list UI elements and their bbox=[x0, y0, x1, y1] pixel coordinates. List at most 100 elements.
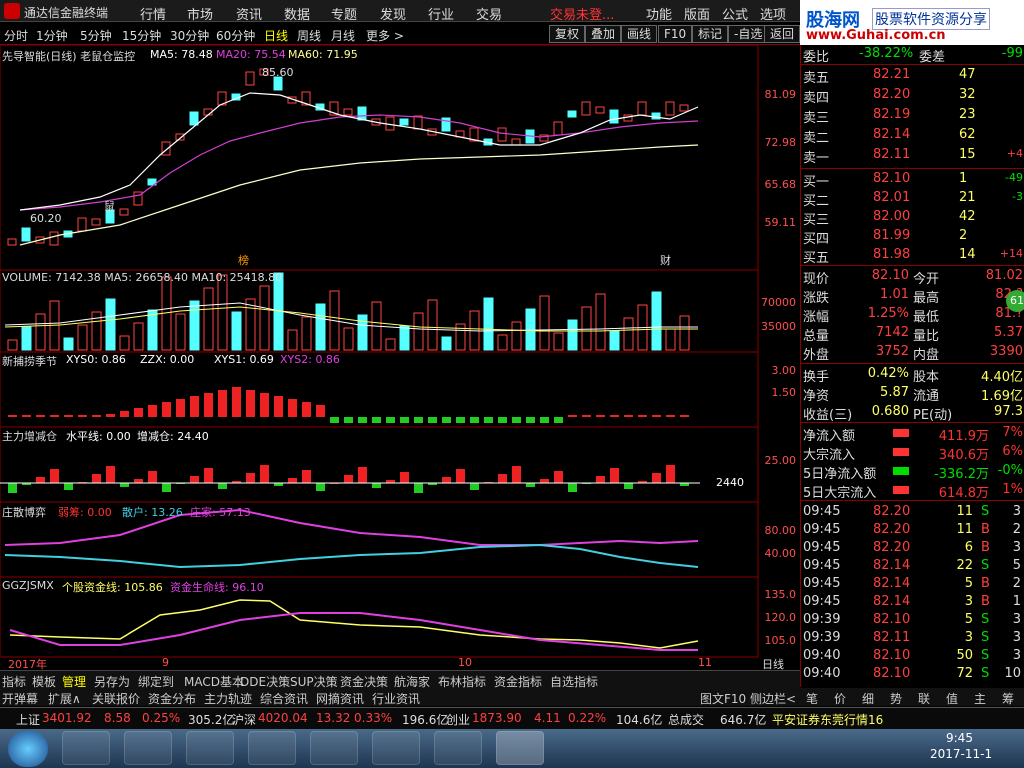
p3-bar bbox=[568, 483, 577, 492]
tab-danmu[interactable]: 开弹幕 bbox=[2, 690, 38, 707]
menu-zhuanti[interactable]: 专题 bbox=[331, 4, 357, 23]
tab-fund-distribution[interactable]: 资金分布 bbox=[148, 690, 196, 707]
p2-bar bbox=[638, 415, 647, 417]
k-app-icon[interactable] bbox=[186, 731, 234, 765]
volume-bar bbox=[595, 293, 606, 351]
bid-row[interactable]: 买四 81.99 2 bbox=[801, 227, 1024, 247]
menu-shichang[interactable]: 市场 bbox=[187, 4, 213, 23]
sh-label[interactable]: 上证 bbox=[16, 711, 40, 728]
menu-faxian[interactable]: 发现 bbox=[380, 4, 406, 23]
tdx-app-icon[interactable] bbox=[496, 731, 544, 765]
volume-bar bbox=[175, 313, 186, 351]
ask-price: 82.20 bbox=[873, 87, 911, 102]
volume-label: VOLUME: 7142.38 MA5: 26658.40 MA10: 2541… bbox=[2, 271, 283, 284]
ask-label: 卖二 bbox=[803, 131, 830, 146]
mark-button[interactable]: 标记 bbox=[692, 25, 729, 43]
menu-hangqing[interactable]: 行情 bbox=[140, 4, 166, 23]
rtab-zhi[interactable]: 值 bbox=[946, 690, 958, 707]
menu-shuju[interactable]: 数据 bbox=[284, 4, 310, 23]
back-button[interactable]: 返回 bbox=[764, 25, 800, 43]
f10-graphic-button[interactable]: 图文F10 bbox=[700, 690, 746, 707]
index-status-bar: 上证 3401.92 8.58 0.25% 305.2亿 沪深 4020.04 … bbox=[0, 707, 1024, 729]
p3-bar bbox=[652, 473, 661, 483]
bid-row[interactable]: 买二 82.01 21 -3 bbox=[801, 189, 1024, 209]
p2-bar bbox=[274, 396, 283, 417]
logo-tagline: 股票软件资源分享 bbox=[872, 8, 990, 30]
sz-label[interactable]: 沪深 bbox=[232, 711, 256, 728]
rtab-jia[interactable]: 价 bbox=[834, 690, 846, 707]
volume-bar bbox=[483, 297, 494, 351]
f10-button[interactable]: F10 bbox=[658, 25, 693, 43]
trade-login-status[interactable]: 交易未登... bbox=[550, 4, 614, 23]
trade-app-icon[interactable] bbox=[372, 731, 420, 765]
tab-monthly[interactable]: 月线 bbox=[331, 27, 355, 44]
draw-line-button[interactable]: 画线 bbox=[621, 25, 658, 43]
divider bbox=[801, 64, 1024, 65]
rtab-zhu[interactable]: 主 bbox=[974, 690, 986, 707]
tab-web-news[interactable]: 网摘资讯 bbox=[316, 690, 364, 707]
clock-date[interactable]: 2017-11-1 bbox=[930, 747, 992, 761]
restore-rights-button[interactable]: 复权 bbox=[549, 25, 586, 43]
explorer-icon[interactable] bbox=[62, 731, 110, 765]
p3-bar bbox=[8, 483, 17, 493]
ask-row[interactable]: 卖一 82.11 15 +4 bbox=[801, 146, 1024, 166]
broker-name[interactable]: 平安证券东莞行情16 bbox=[772, 711, 883, 728]
tick-side: B bbox=[981, 576, 990, 591]
rtab-shi[interactable]: 势 bbox=[890, 690, 902, 707]
panel2-xys0: XYS0: 0.86 bbox=[66, 353, 126, 366]
ask-row[interactable]: 卖五 82.21 47 bbox=[801, 66, 1024, 86]
p2-bar bbox=[456, 417, 465, 423]
chart-app-icon[interactable] bbox=[124, 731, 172, 765]
menu-hangye[interactable]: 行业 bbox=[428, 4, 454, 23]
menu-gongshi[interactable]: 公式 bbox=[722, 4, 748, 23]
tab-weekly[interactable]: 周线 bbox=[297, 27, 321, 44]
tab-general-news[interactable]: 综合资讯 bbox=[260, 690, 308, 707]
tab-more[interactable]: 更多 > bbox=[366, 27, 404, 44]
candle bbox=[119, 208, 129, 216]
tab-industry-news[interactable]: 行业资讯 bbox=[372, 690, 420, 707]
tick-side: S bbox=[981, 504, 990, 519]
tab-5min[interactable]: 5分钟 bbox=[80, 27, 112, 44]
logo-url: www.Guhai.com.cn bbox=[806, 28, 946, 43]
tab-daily[interactable]: 日线 bbox=[264, 27, 288, 44]
start-button-icon[interactable] bbox=[8, 731, 48, 767]
menu-gongneng[interactable]: 功能 bbox=[646, 4, 672, 23]
add-watchlist-button[interactable]: -自选 bbox=[728, 25, 769, 43]
ask-row[interactable]: 卖二 82.14 62 bbox=[801, 126, 1024, 146]
bid-row[interactable]: 买三 82.00 42 bbox=[801, 208, 1024, 228]
menu-banmian[interactable]: 版面 bbox=[684, 4, 710, 23]
tab-1min[interactable]: 1分钟 bbox=[36, 27, 68, 44]
overlay-button[interactable]: 叠加 bbox=[585, 25, 622, 43]
rtab-bi[interactable]: 笔 bbox=[806, 690, 818, 707]
clock-time[interactable]: 9:45 bbox=[946, 731, 973, 745]
wechat-icon[interactable] bbox=[310, 731, 358, 765]
menu-zixun[interactable]: 资讯 bbox=[236, 4, 262, 23]
bid-row[interactable]: 买五 81.98 14 +14 bbox=[801, 246, 1024, 266]
tick-time: 09:45 bbox=[803, 576, 841, 591]
menu-xuanxiang[interactable]: 选项 bbox=[760, 4, 786, 23]
fund-value: 5.87 bbox=[880, 385, 909, 400]
sidebar-toggle[interactable]: 侧边栏< bbox=[750, 690, 796, 707]
rtab-xi[interactable]: 细 bbox=[862, 690, 874, 707]
tab-30min[interactable]: 30分钟 bbox=[170, 27, 209, 44]
ask-row[interactable]: 卖四 82.20 32 bbox=[801, 86, 1024, 106]
tab-main-track[interactable]: 主力轨迹 bbox=[204, 690, 252, 707]
tab-15min[interactable]: 15分钟 bbox=[122, 27, 161, 44]
rtab-lian[interactable]: 联 bbox=[918, 690, 930, 707]
tab-expand[interactable]: 扩展∧ bbox=[48, 690, 81, 707]
tab-60min[interactable]: 60分钟 bbox=[216, 27, 255, 44]
floating-badge[interactable]: 61 bbox=[1006, 290, 1024, 312]
bid-row[interactable]: 买一 82.10 1 -49 bbox=[801, 170, 1024, 190]
rtab-chou[interactable]: 筹 bbox=[1002, 690, 1014, 707]
sh-amount: 305.2亿 bbox=[188, 713, 235, 727]
menu-jiaoyi[interactable]: 交易 bbox=[476, 4, 502, 23]
panel5-name: GGZJSMX bbox=[2, 579, 54, 592]
p2-bar bbox=[526, 417, 535, 423]
sync-app-icon[interactable] bbox=[248, 731, 296, 765]
paint-icon[interactable] bbox=[434, 731, 482, 765]
p3-bar bbox=[218, 483, 227, 489]
tab-fenshi[interactable]: 分时 bbox=[4, 27, 28, 44]
cy-label[interactable]: 创业 bbox=[446, 711, 470, 728]
tab-related-quote[interactable]: 关联报价 bbox=[92, 690, 140, 707]
ask-row[interactable]: 卖三 82.19 23 bbox=[801, 106, 1024, 126]
